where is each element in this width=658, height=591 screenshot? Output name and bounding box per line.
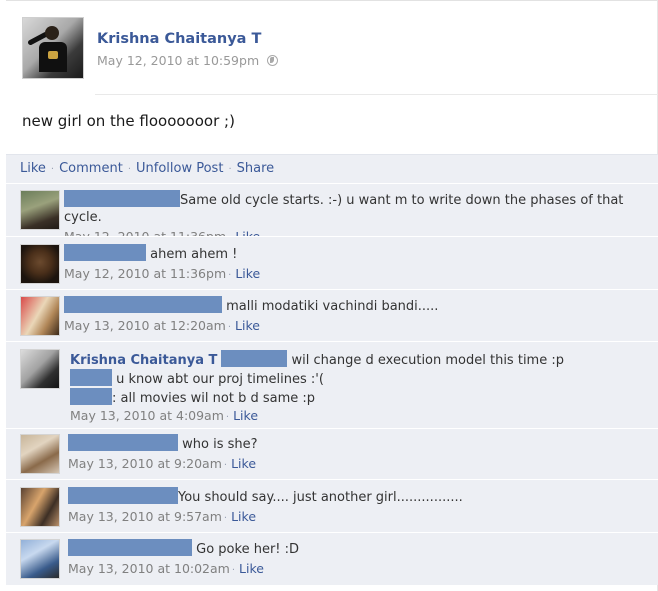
comment-like-link[interactable]: Like: [239, 561, 264, 576]
redacted-name: [68, 434, 178, 451]
commenter-avatar[interactable]: [20, 539, 60, 579]
redacted-name: [64, 244, 146, 261]
comment-like-link[interactable]: Like: [235, 266, 260, 281]
post-timestamp[interactable]: May 12, 2010 at 10:59pm: [97, 53, 279, 68]
redacted-name: [68, 539, 192, 556]
redacted-name: [70, 388, 112, 405]
post-timestamp-text[interactable]: May 12, 2010 at 10:59pm: [97, 53, 259, 68]
post-author-avatar[interactable]: [22, 17, 84, 79]
separator: ·: [228, 164, 232, 175]
comment-text: Go poke her! :D: [196, 542, 300, 557]
comment-timestamp[interactable]: May 13, 2010 at 4:09am: [70, 408, 224, 423]
comment-text: wil change d execution model this time :…: [291, 353, 564, 368]
redacted-name: [64, 296, 222, 313]
comment-timestamp[interactable]: May 13, 2010 at 9:20am: [68, 456, 222, 471]
comment-like-link[interactable]: Like: [231, 509, 256, 524]
comment-item: Krishna Chaitanya T wil change d executi…: [6, 341, 658, 428]
share-link[interactable]: Share: [237, 161, 275, 176]
comment-text: malli modatiki vachindi bandi.....: [226, 299, 439, 314]
like-link[interactable]: Like: [20, 161, 46, 176]
comment-text: You should say.... just another girl....…: [178, 490, 463, 505]
comment-like-link[interactable]: Like: [235, 318, 260, 333]
separator: ·: [50, 164, 55, 175]
separator: ·: [231, 565, 236, 576]
commenter-avatar[interactable]: [20, 487, 60, 527]
unfollow-post-link[interactable]: Unfollow Post: [136, 161, 223, 176]
comment-item: Same old cycle starts. :-) u want m to w…: [6, 183, 658, 244]
commenter-avatar[interactable]: [20, 349, 60, 389]
comment-like-link[interactable]: Like: [231, 456, 256, 471]
header-divider: [95, 94, 658, 95]
separator: ·: [223, 513, 228, 524]
commenter-avatar[interactable]: [20, 190, 60, 230]
separator: ·: [225, 412, 230, 423]
comment-timestamp[interactable]: May 12, 2010 at 11:36pm: [64, 266, 226, 281]
comment-item: Go poke her! :D May 13, 2010 at 10:02am ·…: [6, 532, 658, 585]
comment-timestamp[interactable]: May 13, 2010 at 10:02am: [68, 561, 230, 576]
redacted-name: [70, 369, 112, 386]
comment-like-link[interactable]: Like: [233, 408, 258, 423]
frame-top-border: [6, 0, 658, 1]
redacted-name: [68, 487, 178, 504]
comment-author-name[interactable]: Krishna Chaitanya T: [70, 353, 217, 368]
comment-text: who is she?: [182, 437, 258, 452]
globe-icon: [267, 55, 279, 66]
comment-item: malli modatiki vachindi bandi..... May 1…: [6, 289, 658, 341]
comment-link[interactable]: Comment: [59, 161, 123, 176]
post-actions-bar: Like · Comment · Unfollow Post · Share: [6, 154, 658, 183]
redacted-name: [221, 350, 288, 367]
redacted-name: [64, 190, 180, 207]
comment-text: u know abt our proj timelines :'(: [116, 372, 324, 387]
commenter-avatar[interactable]: [20, 296, 60, 336]
separator: ·: [127, 164, 131, 175]
post-message: new girl on the flooooooor ;): [22, 112, 235, 130]
comment-text: ahem ahem !: [150, 247, 238, 262]
separator: ·: [223, 460, 228, 471]
comment-item: who is she? May 13, 2010 at 9:20am · Like: [6, 428, 658, 479]
comment-text: : all movies wil not b d same :p: [112, 391, 316, 406]
separator: ·: [228, 270, 232, 281]
separator: ·: [227, 322, 232, 333]
comment-item: ahem ahem ! May 12, 2010 at 11:36pm · Like: [6, 236, 658, 289]
commenter-avatar[interactable]: [20, 244, 60, 284]
commenter-avatar[interactable]: [20, 434, 60, 474]
comment-item: You should say.... just another girl....…: [6, 479, 658, 532]
comment-timestamp[interactable]: May 13, 2010 at 9:57am: [68, 509, 222, 524]
post-author-name[interactable]: Krishna Chaitanya T: [97, 31, 261, 47]
comment-timestamp[interactable]: May 13, 2010 at 12:20am: [64, 318, 226, 333]
